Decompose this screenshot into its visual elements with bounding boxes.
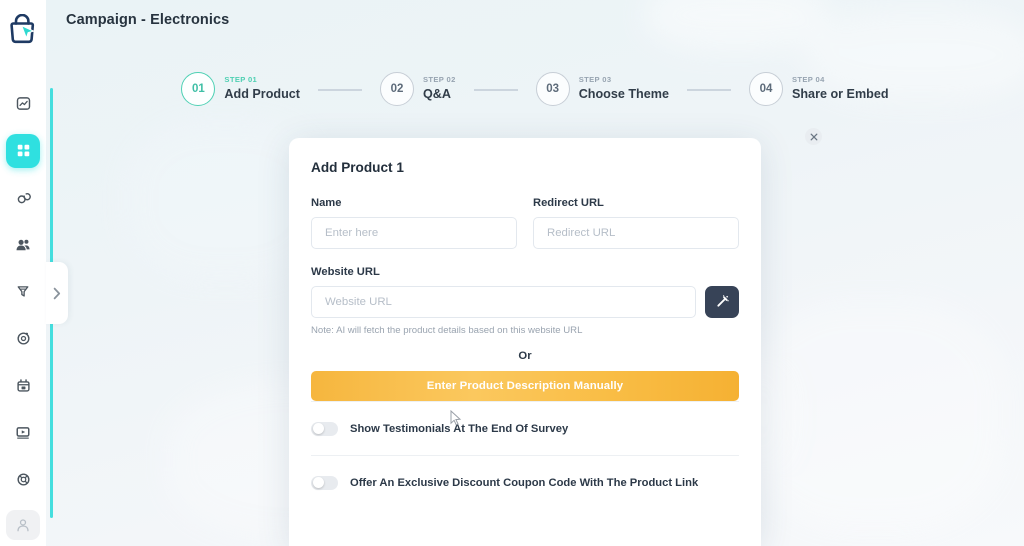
magic-wand-icon — [717, 295, 729, 307]
redirect-url-input[interactable] — [533, 217, 739, 249]
discount-coupon-label: Offer An Exclusive Discount Coupon Code … — [350, 476, 699, 489]
shopping-bag-cursor-logo — [10, 14, 35, 44]
app-logo[interactable] — [0, 0, 46, 59]
users-icon — [16, 239, 30, 251]
step-label: Share or Embed — [791, 87, 889, 102]
main-canvas: Campaign - Electronics 01 STEP 01 Add Pr… — [46, 0, 1024, 546]
name-redirect-row: Name Redirect URL — [311, 197, 739, 249]
funnel-icon — [17, 286, 29, 297]
step-kicker: STEP 01 — [224, 75, 258, 85]
show-testimonials-label: Show Testimonials At The End Of Survey — [350, 422, 569, 435]
page-title: Campaign - Electronics — [66, 12, 230, 28]
stepper-step-2[interactable]: 02 STEP 02 Q&A — [379, 72, 456, 106]
ai-fetch-note: Note: AI will fetch the product details … — [311, 325, 583, 336]
sidebar-item-funnel[interactable] — [6, 275, 40, 309]
step-label: Q&A — [422, 87, 451, 102]
step-number: 01 — [181, 72, 216, 106]
modal-close-button[interactable] — [805, 128, 822, 145]
sidebar-nav — [0, 87, 46, 510]
sidebar-item-audience[interactable] — [6, 228, 40, 262]
website-url-input[interactable] — [311, 286, 696, 318]
stepper-step-1[interactable]: 01 STEP 01 Add Product — [181, 72, 300, 106]
step-kicker: STEP 02 — [422, 75, 456, 85]
toggle-knob — [312, 423, 324, 434]
discount-coupon-toggle[interactable] — [311, 475, 338, 490]
close-icon — [810, 133, 817, 140]
sidebar-item-store[interactable] — [6, 369, 40, 403]
step-kicker: STEP 03 — [578, 75, 612, 85]
toggle-row-discount-coupon: Offer An Exclusive Discount Coupon Code … — [311, 455, 739, 509]
stepper-step-3[interactable]: 03 STEP 03 Choose Theme — [535, 72, 669, 106]
stepper-step-4[interactable]: 04 STEP 04 Share or Embed — [748, 72, 889, 106]
redirect-url-field-group: Redirect URL — [533, 197, 739, 249]
sidebar-rail-top — [50, 88, 53, 270]
ai-fetch-button[interactable] — [705, 286, 739, 318]
stepper-connector-3 — [686, 89, 731, 91]
name-input[interactable] — [311, 217, 517, 249]
grid-dashboard-icon — [17, 144, 29, 157]
website-url-row — [311, 286, 739, 318]
step-label: Add Product — [224, 87, 300, 102]
chevron-right-icon — [53, 287, 61, 299]
stepper-connector-1 — [317, 89, 362, 91]
name-field-group: Name — [311, 197, 517, 249]
sidebar-rail-bottom — [50, 307, 53, 518]
store-icon — [16, 379, 30, 392]
sidebar-item-video[interactable] — [6, 416, 40, 450]
app-root: Campaign - Electronics 01 STEP 01 Add Pr… — [0, 0, 1024, 546]
video-icon — [16, 426, 30, 439]
link-share-icon — [17, 193, 31, 204]
analytics-icon — [16, 97, 30, 111]
stepper: 01 STEP 01 Add Product 02 STEP 02 Q&A 03… — [46, 72, 1024, 106]
user-avatar-icon — [17, 519, 29, 532]
avatar[interactable] — [6, 509, 40, 540]
step-label: Choose Theme — [578, 87, 669, 102]
toggle-row-testimonials: Show Testimonials At The End Of Survey — [311, 401, 739, 455]
sidebar-item-settings[interactable] — [6, 322, 40, 356]
stepper-connector-2 — [473, 89, 518, 91]
redirect-url-label: Redirect URL — [533, 197, 604, 209]
name-label: Name — [311, 197, 342, 209]
step-number: 03 — [535, 72, 570, 106]
step-kicker: STEP 04 — [791, 75, 825, 85]
website-url-field-group: Website URL Note: AI will fetch the prod — [311, 266, 739, 336]
sidebar-collapse-toggle[interactable] — [46, 262, 68, 324]
enter-description-manually-button[interactable]: Enter Product Description Manually — [311, 371, 739, 401]
website-url-label: Website URL — [311, 266, 380, 278]
lifebuoy-icon — [16, 473, 30, 486]
sidebar-item-support[interactable] — [6, 463, 40, 497]
sidebar-item-analytics[interactable] — [6, 87, 40, 121]
step-number: 04 — [748, 72, 783, 106]
gear-icon — [16, 332, 30, 345]
modal-title: Add Product 1 — [311, 160, 404, 175]
add-product-modal: Add Product 1 Name Redirect URL Website … — [289, 138, 761, 546]
or-divider-label: Or — [518, 350, 532, 362]
show-testimonials-toggle[interactable] — [311, 421, 338, 436]
sidebar — [0, 0, 46, 546]
sidebar-item-dashboard[interactable] — [6, 133, 40, 168]
toggle-knob — [312, 477, 324, 488]
sidebar-item-links[interactable] — [6, 181, 40, 215]
step-number: 02 — [379, 72, 414, 106]
